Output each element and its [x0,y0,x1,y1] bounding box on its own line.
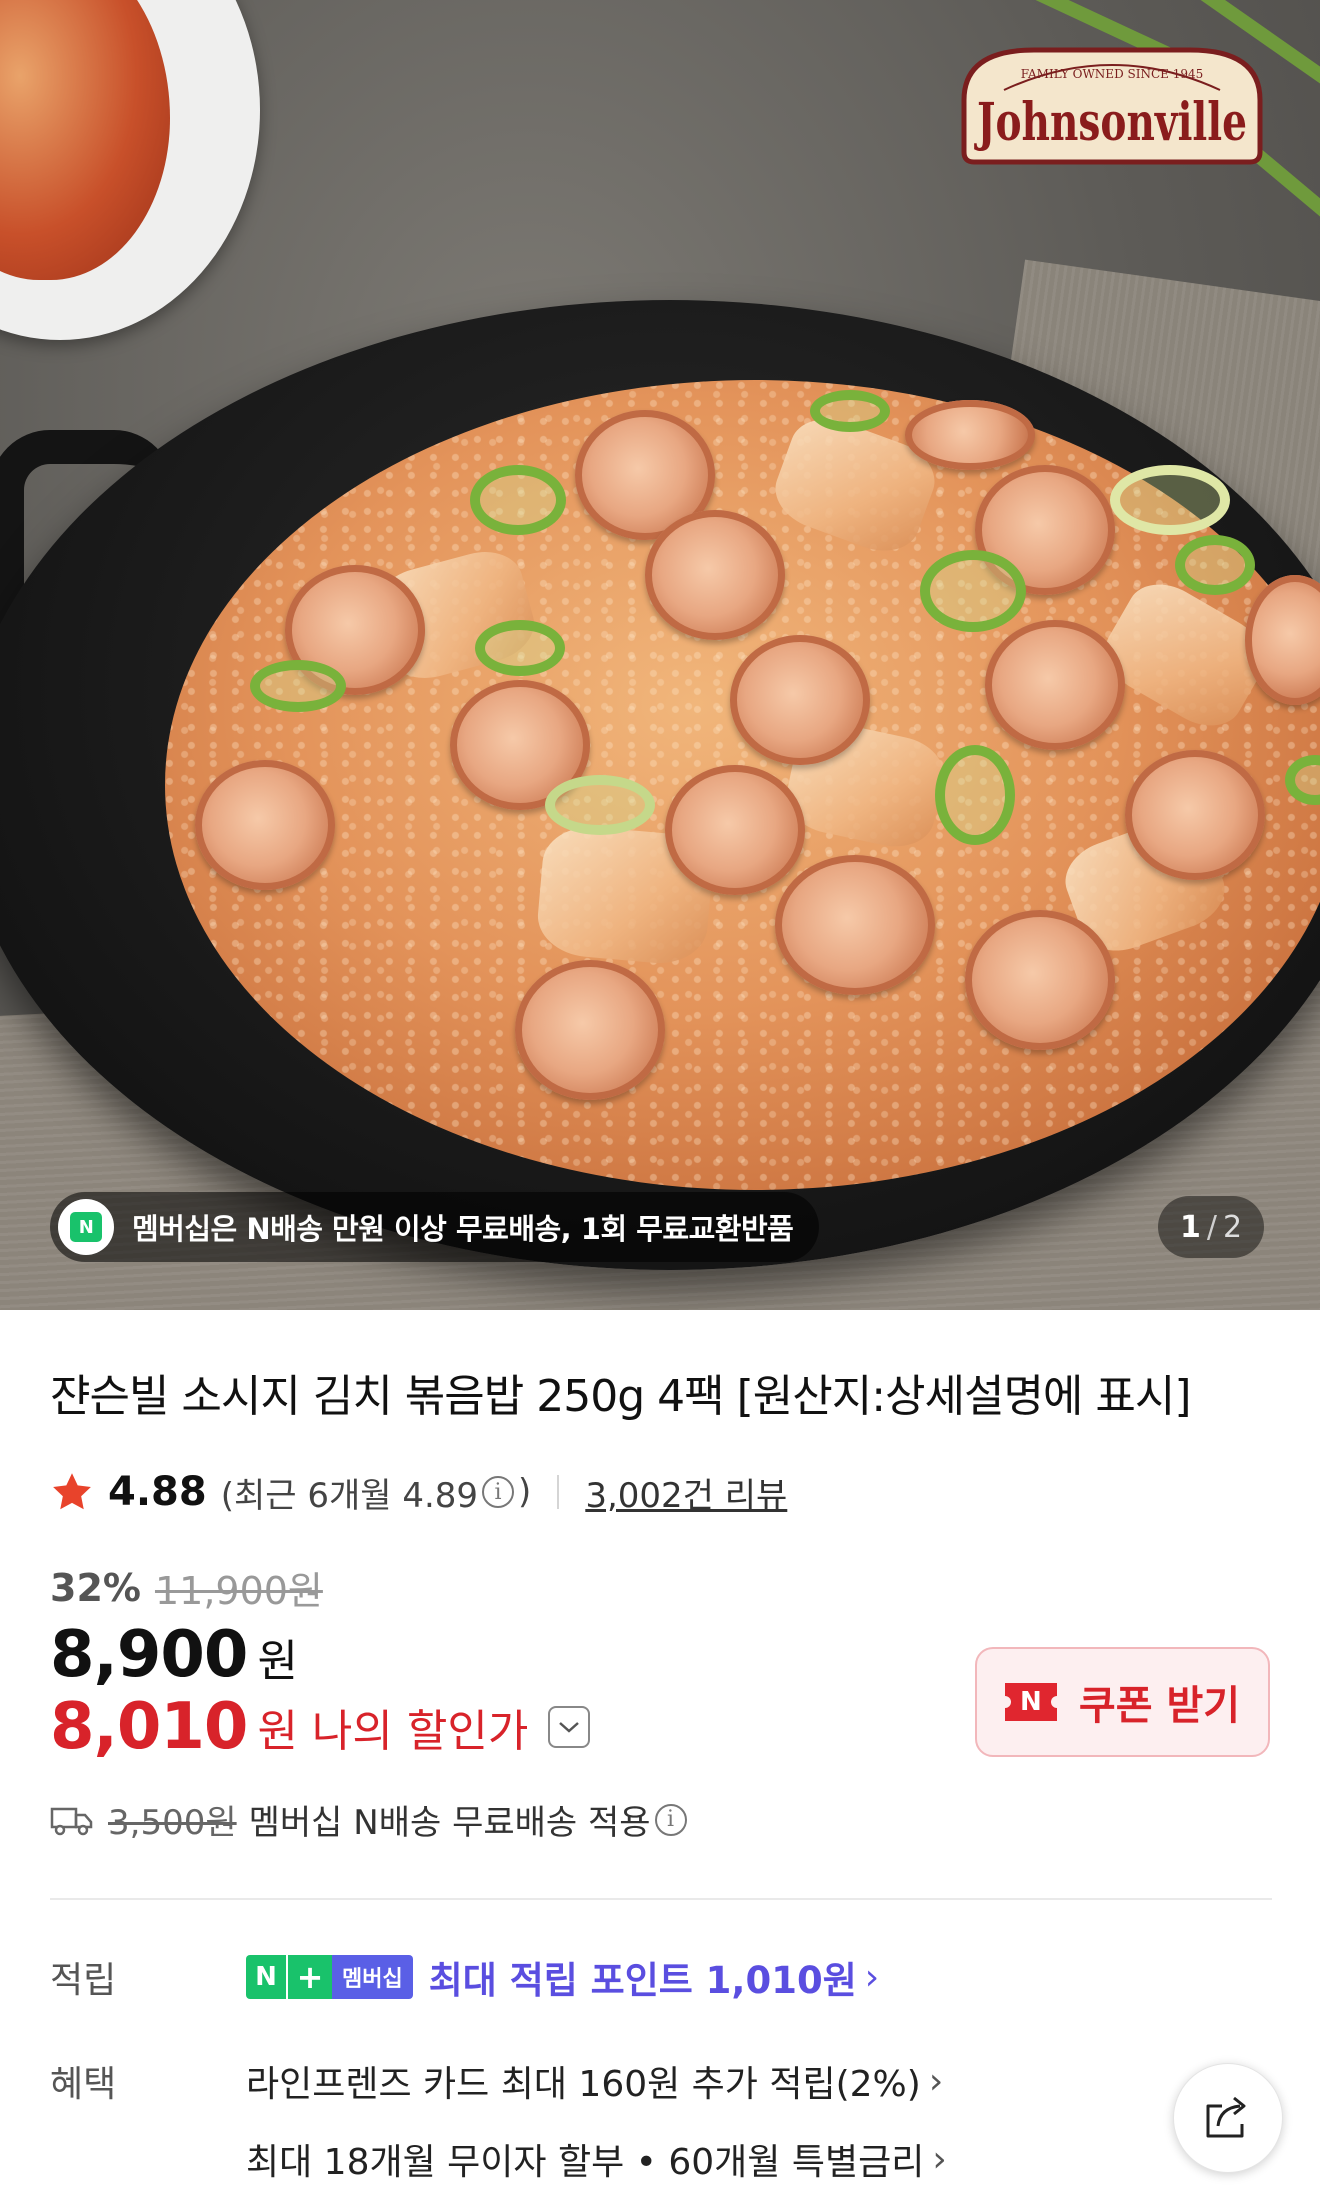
sausage-slice [905,400,1035,470]
n-letter: N [70,1212,102,1242]
discount-rate: 32% [50,1565,141,1610]
sausage-slice [985,620,1125,750]
my-discount-price-row[interactable]: 8,010 원 나의 할인가 [50,1690,591,1764]
naver-delivery-icon: N [58,1199,114,1255]
my-price-currency: 원 [257,1706,298,1757]
original-shipping-fee: 3,500원 [108,1803,237,1843]
current-image-index: 1 [1180,1209,1201,1245]
recent-rating-text: (최근 6개월 4.89 [220,1475,479,1516]
sausage-slice [515,960,665,1100]
coupon-button[interactable]: N 쿠폰 받기 [975,1647,1270,1757]
discount-row: 32% 11,900원 [50,1560,323,1615]
shipping-text: 멤버십 N배송 무료배송 적용 [248,1803,651,1843]
my-discount-price: 8,010 [50,1690,248,1764]
green-onion-ring [475,620,565,676]
benefits-row: 혜택 라인프렌즈 카드 최대 160원 추가 적립(2%) › 최대 18개월 … [50,2055,947,2185]
counter-separator: / [1206,1209,1217,1245]
shipping-row: 3,500원 멤버십 N배송 무료배송 적용 i [50,1795,691,1844]
section-divider [50,1898,1272,1900]
sale-price-row: 8,900 원 [50,1618,298,1692]
recent-rating: (최근 6개월 4.89 i ) [221,1468,532,1517]
chevron-right-icon: › [928,2060,944,2102]
green-onion-ring [545,775,655,835]
star-icon [53,1473,91,1510]
sausage-slice [1125,750,1265,880]
naver-plus-membership-badge: N + 멤버십 [246,1955,413,1999]
sale-price: 8,900 [50,1618,248,1692]
sausage-slice [665,765,805,895]
benefit-item[interactable]: 최대 18개월 무이자 할부 • 60개월 특별금리 › [246,2133,947,2185]
info-icon[interactable]: i [482,1476,515,1508]
rating-row: 4.88 (최근 6개월 4.89 i ) 3,002건 리뷰 [50,1465,787,1519]
green-onion-ring [810,390,890,432]
badge-membership: 멤버십 [332,1955,413,1999]
benefit-text: 최대 18개월 무이자 할부 • 60개월 특별금리 [246,2142,925,2183]
logo-subtext: FAMILY OWNED SINCE 1945 [1021,67,1204,81]
benefit-text: 라인프렌즈 카드 최대 160원 추가 적립(2%) [246,2064,921,2105]
rating-score: 4.88 [108,1469,207,1515]
sausage-slice [965,910,1115,1050]
green-onion-ring [1175,535,1255,595]
share-button[interactable] [1173,2063,1283,2173]
coupon-label: 쿠폰 받기 [1078,1683,1241,1729]
chevron-down-icon[interactable] [548,1706,591,1748]
green-onion-ring [250,660,346,712]
image-page-counter: 1 / 2 [1158,1196,1265,1258]
recent-rating-close: ) [518,1472,532,1512]
logo-text: Johnsonville [974,92,1247,153]
chevron-right-icon: › [864,1956,880,1998]
sale-price-currency: 원 [257,1636,298,1687]
benefit-item[interactable]: 라인프렌즈 카드 최대 160원 추가 적립(2%) › [246,2055,947,2107]
info-icon[interactable]: i [654,1803,687,1836]
badge-n: N [246,1955,286,1999]
johnsonville-logo: FAMILY OWNED SINCE 1945 Johnsonville [961,47,1263,165]
benefits-label: 혜택 [50,2064,117,2105]
membership-banner-text: 멤버십은 N배송 만원 이상 무료배송, 1회 무료교환반품 [132,1212,794,1246]
review-count-link[interactable]: 3,002건 리뷰 [585,1468,787,1517]
green-onion-ring [470,465,566,535]
badge-plus: + [286,1955,332,1999]
sausage-slice [730,635,870,765]
total-image-count: 2 [1222,1209,1243,1245]
original-price: 11,900원 [154,1569,323,1613]
benefit-list: 라인프렌즈 카드 최대 160원 추가 적립(2%) › 최대 18개월 무이자… [246,2055,947,2185]
green-onion-ring [920,550,1026,632]
truck-icon [50,1807,93,1835]
product-image[interactable]: FAMILY OWNED SINCE 1945 Johnsonville N 멤… [0,0,1320,1310]
coupon-icon: N [998,1683,1063,1721]
points-label: 적립 [50,1960,117,2001]
chevron-right-icon: › [932,2138,947,2180]
max-points-text: 최대 적립 포인트 1,010원 [428,1959,857,2002]
sausage-slice [195,760,335,890]
product-title: 쟌슨빌 소시지 김치 볶음밥 250g 4팩 [원산지:상세설명에 표시] [50,1371,1192,1422]
membership-banner[interactable]: N 멤버십은 N배송 만원 이상 무료배송, 1회 무료교환반품 [50,1192,820,1262]
green-onion-ring [935,745,1015,845]
sausage-slice [775,855,935,995]
my-price-label: 나의 할인가 [311,1706,529,1757]
points-row[interactable]: 적립 N + 멤버십 최대 적립 포인트 1,010원 › [50,1950,879,2004]
sausage-slice [645,510,785,640]
share-icon [1206,2096,1246,2138]
divider [557,1475,560,1509]
green-onion-ring [1110,465,1230,535]
